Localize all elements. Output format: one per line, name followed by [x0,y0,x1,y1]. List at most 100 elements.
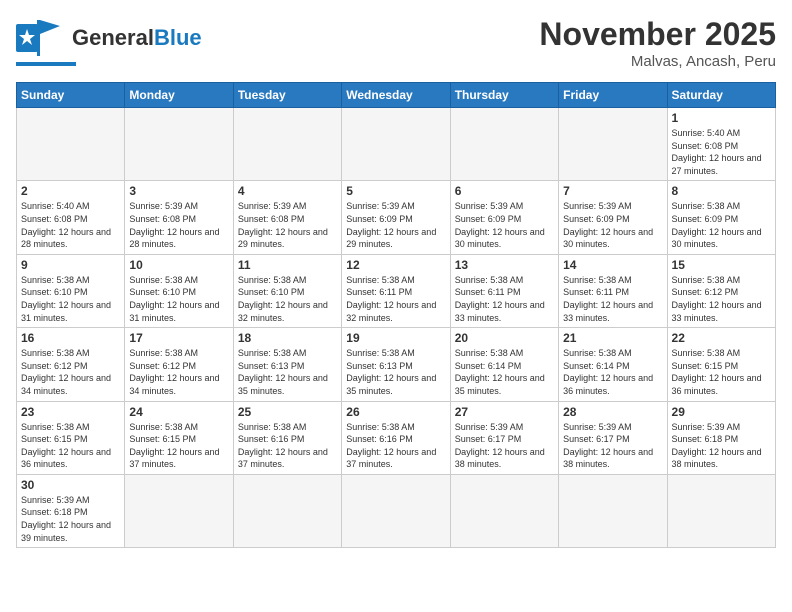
day-number: 9 [21,258,120,272]
day-number: 30 [21,478,120,492]
calendar-day-cell [342,474,450,547]
day-number: 18 [238,331,337,345]
day-info: Sunrise: 5:38 AMSunset: 6:12 PMDaylight:… [672,274,771,324]
calendar-day-cell: 6Sunrise: 5:39 AMSunset: 6:09 PMDaylight… [450,181,558,254]
calendar-day-cell: 12 Sunrise: 5:38 AMSunset: 6:11 PMDayligh… [342,254,450,327]
location: Malvas, Ancash, Peru [539,53,776,70]
day-number: 19 [346,331,445,345]
calendar-day-header: Sunday [17,83,125,108]
calendar-day-cell: 7Sunrise: 5:39 AMSunset: 6:09 PMDaylight… [559,181,667,254]
day-info: Sunrise: 5:39 AMSunset: 6:08 PMDaylight:… [129,200,228,250]
logo-underline [16,62,76,66]
calendar-day-cell: 19 Sunrise: 5:38 AMSunset: 6:13 PMDayligh… [342,328,450,401]
calendar-header-row: SundayMondayTuesdayWednesdayThursdayFrid… [17,83,776,108]
calendar-day-cell [450,474,558,547]
day-number: 13 [455,258,554,272]
day-number: 22 [672,331,771,345]
calendar-day-cell: 23Sunrise: 5:38 AMSunset: 6:15 PMDayligh… [17,401,125,474]
day-info: Sunrise: 5:38 AMSunset: 6:15 PMDaylight:… [672,347,771,397]
day-info: Sunrise: 5:38 AMSunset: 6:15 PMDaylight:… [129,421,228,471]
calendar-day-cell [450,108,558,181]
day-number: 15 [672,258,771,272]
day-info: Sunrise: 5:39 AMSunset: 6:09 PMDaylight:… [563,200,662,250]
day-number: 10 [129,258,228,272]
calendar-day-cell: 1 Sunrise: 5:40 AMSunset: 6:08 PMDaylight… [667,108,775,181]
day-info: Sunrise: 5:39 AMSunset: 6:17 PMDaylight:… [455,421,554,471]
day-info: Sunrise: 5:38 AMSunset: 6:09 PMDaylight:… [672,200,771,250]
calendar-day-cell [17,108,125,181]
day-info: Sunrise: 5:38 AMSunset: 6:10 PMDaylight:… [21,274,120,324]
calendar-day-cell: 28 Sunrise: 5:39 AMSunset: 6:17 PMDayligh… [559,401,667,474]
calendar-day-header: Saturday [667,83,775,108]
calendar-day-cell: 16 Sunrise: 5:38 AMSunset: 6:12 PMDayligh… [17,328,125,401]
day-info: Sunrise: 5:39 AMSunset: 6:18 PMDaylight:… [672,421,771,471]
day-info: Sunrise: 5:40 AMSunset: 6:08 PMDaylight:… [21,200,120,250]
calendar-day-cell: 22 Sunrise: 5:38 AMSunset: 6:15 PMDayligh… [667,328,775,401]
day-info: Sunrise: 5:38 AMSunset: 6:11 PMDaylight:… [563,274,662,324]
page-header: GeneralBlue November 2025 Malvas, Ancash… [16,16,776,70]
calendar-day-cell: 14 Sunrise: 5:38 AMSunset: 6:11 PMDayligh… [559,254,667,327]
calendar-day-cell [125,108,233,181]
day-number: 26 [346,405,445,419]
calendar-day-cell: 26 Sunrise: 5:38 AMSunset: 6:16 PMDayligh… [342,401,450,474]
calendar-day-header: Thursday [450,83,558,108]
calendar-day-cell: 24Sunrise: 5:38 AMSunset: 6:15 PMDayligh… [125,401,233,474]
day-number: 2 [21,184,120,198]
calendar-day-cell: 3Sunrise: 5:39 AMSunset: 6:08 PMDaylight… [125,181,233,254]
day-info: Sunrise: 5:38 AMSunset: 6:16 PMDaylight:… [346,421,445,471]
day-number: 12 [346,258,445,272]
calendar-day-header: Tuesday [233,83,341,108]
calendar-day-cell: 20Sunrise: 5:38 AMSunset: 6:14 PMDayligh… [450,328,558,401]
calendar-day-cell: 13 Sunrise: 5:38 AMSunset: 6:11 PMDayligh… [450,254,558,327]
day-number: 23 [21,405,120,419]
calendar-day-cell [559,474,667,547]
day-info: Sunrise: 5:38 AMSunset: 6:16 PMDaylight:… [238,421,337,471]
calendar-day-header: Friday [559,83,667,108]
month-title: November 2025 [539,16,776,53]
day-number: 4 [238,184,337,198]
day-info: Sunrise: 5:38 AMSunset: 6:11 PMDaylight:… [455,274,554,324]
calendar-day-cell: 29 Sunrise: 5:39 AMSunset: 6:18 PMDayligh… [667,401,775,474]
day-info: Sunrise: 5:39 AMSunset: 6:18 PMDaylight:… [21,494,120,544]
day-info: Sunrise: 5:39 AMSunset: 6:09 PMDaylight:… [346,200,445,250]
calendar-day-header: Wednesday [342,83,450,108]
calendar-day-cell: 5 Sunrise: 5:39 AMSunset: 6:09 PMDaylight… [342,181,450,254]
day-number: 20 [455,331,554,345]
day-info: Sunrise: 5:38 AMSunset: 6:10 PMDaylight:… [129,274,228,324]
logo-text: GeneralBlue [72,27,202,49]
calendar-week-row: 16 Sunrise: 5:38 AMSunset: 6:12 PMDayligh… [17,328,776,401]
calendar-day-cell [559,108,667,181]
calendar-day-cell [667,474,775,547]
day-number: 16 [21,331,120,345]
calendar-day-cell [125,474,233,547]
day-number: 17 [129,331,228,345]
calendar-day-cell: 10 Sunrise: 5:38 AMSunset: 6:10 PMDayligh… [125,254,233,327]
logo-icon [16,16,68,60]
calendar-day-cell: 2 Sunrise: 5:40 AMSunset: 6:08 PMDaylight… [17,181,125,254]
calendar-day-cell: 18Sunrise: 5:38 AMSunset: 6:13 PMDayligh… [233,328,341,401]
day-info: Sunrise: 5:38 AMSunset: 6:13 PMDaylight:… [346,347,445,397]
calendar-day-cell: 25Sunrise: 5:38 AMSunset: 6:16 PMDayligh… [233,401,341,474]
day-number: 14 [563,258,662,272]
day-info: Sunrise: 5:38 AMSunset: 6:14 PMDaylight:… [563,347,662,397]
calendar-day-cell [233,108,341,181]
title-section: November 2025 Malvas, Ancash, Peru [539,16,776,70]
calendar-day-cell: 27Sunrise: 5:39 AMSunset: 6:17 PMDayligh… [450,401,558,474]
day-number: 28 [563,405,662,419]
day-number: 29 [672,405,771,419]
calendar-day-cell: 8 Sunrise: 5:38 AMSunset: 6:09 PMDaylight… [667,181,775,254]
calendar-week-row: 23 Sunrise: 5:38 AMSunset: 6:15 PMDayligh… [17,401,776,474]
day-info: Sunrise: 5:39 AMSunset: 6:17 PMDaylight:… [563,421,662,471]
day-number: 5 [346,184,445,198]
day-info: Sunrise: 5:38 AMSunset: 6:12 PMDaylight:… [21,347,120,397]
calendar-day-cell: 17Sunrise: 5:38 AMSunset: 6:12 PMDayligh… [125,328,233,401]
calendar-week-row: 30 Sunrise: 5:39 AMSunset: 6:18 PMDayligh… [17,474,776,547]
day-number: 1 [672,111,771,125]
day-number: 8 [672,184,771,198]
day-info: Sunrise: 5:40 AMSunset: 6:08 PMDaylight:… [672,127,771,177]
calendar-table: SundayMondayTuesdayWednesdayThursdayFrid… [16,82,776,548]
day-info: Sunrise: 5:38 AMSunset: 6:11 PMDaylight:… [346,274,445,324]
calendar-day-cell [233,474,341,547]
calendar-day-cell: 30 Sunrise: 5:39 AMSunset: 6:18 PMDayligh… [17,474,125,547]
calendar-week-row: 2 Sunrise: 5:40 AMSunset: 6:08 PMDaylight… [17,181,776,254]
